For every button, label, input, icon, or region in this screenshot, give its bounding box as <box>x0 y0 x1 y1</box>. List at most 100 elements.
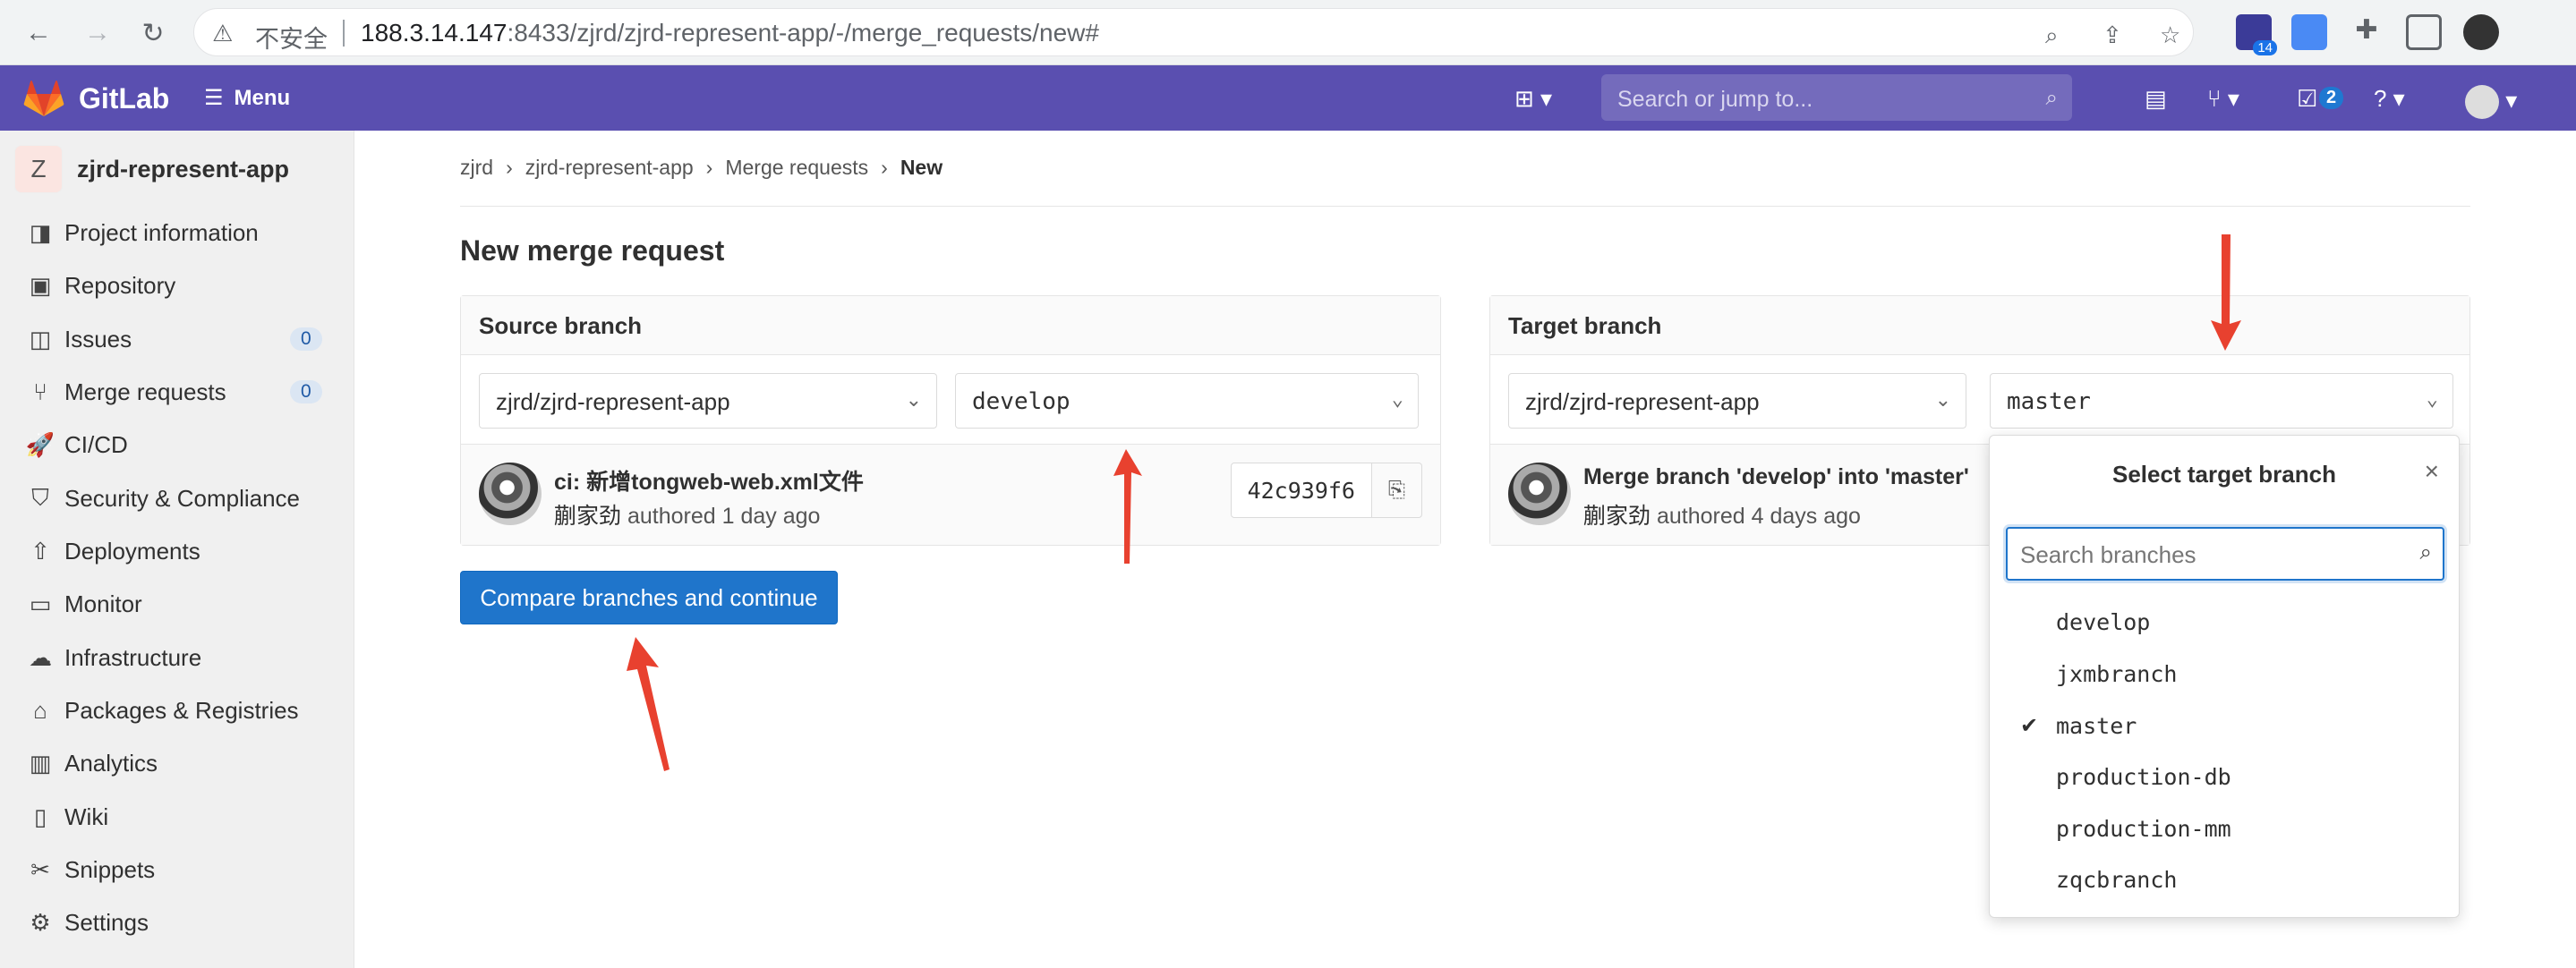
commit-message[interactable]: Merge branch 'develop' into 'master' <box>1583 464 1969 490</box>
gitlab-logo-icon[interactable] <box>23 80 64 117</box>
profile-avatar[interactable] <box>2463 14 2499 50</box>
sidebar-item-settings[interactable]: ⚙ Settings <box>0 897 354 947</box>
sidebar-item-ci-cd[interactable]: 🚀 CI/CD <box>0 420 354 470</box>
bookmark-star-icon[interactable]: ☆ <box>2160 21 2180 49</box>
annotation-arrow <box>627 637 670 771</box>
todo-icon[interactable]: ☑ <box>2297 85 2317 113</box>
gear-icon: ⚙ <box>30 908 51 936</box>
forward-icon[interactable]: → <box>81 16 115 50</box>
project-name: zjrd-represent-app <box>77 155 290 183</box>
menu-button[interactable]: ☰ Menu <box>204 85 290 111</box>
insecure-label: 不安全 <box>255 26 328 53</box>
zoom-icon[interactable]: ⌕ <box>2045 21 2059 50</box>
project-header[interactable]: Z zjrd-represent-app <box>14 145 289 193</box>
branch-option-production-db[interactable]: production-db <box>1990 751 2459 803</box>
scissors-icon: ✂ <box>30 855 50 883</box>
target-project-dropdown[interactable]: zjrd/zjrd-represent-app ⌄ <box>1508 373 1966 429</box>
merge-request-icon: ⑂ <box>33 378 47 405</box>
sidebar-item-snippets[interactable]: ✂ Snippets <box>0 845 354 895</box>
search-input[interactable]: Search or jump to... ⌕ <box>1601 74 2072 121</box>
breadcrumb-item[interactable]: zjrd <box>460 156 493 180</box>
author-name[interactable]: 蒯家劲 <box>1583 504 1651 529</box>
commit-sha[interactable]: 42c939f6 <box>1230 463 1372 518</box>
address-bar[interactable]: ⚠ 不安全 188.3.14.147:8433/zjrd/zjrd-repres… <box>193 8 2194 56</box>
merge-requests-nav-icon[interactable]: ⑂ ▾ <box>2207 85 2239 113</box>
commit-author: 蒯家劲 authored 4 days ago <box>1583 504 1861 529</box>
warning-icon: ⚠ <box>212 20 234 47</box>
issues-icon: ◫ <box>29 325 52 352</box>
check-icon: ✔ <box>2020 714 2039 738</box>
reload-icon[interactable]: ↻ <box>136 16 170 50</box>
divider <box>460 206 2470 207</box>
copy-icon[interactable]: ⎘ <box>1372 463 1422 518</box>
chevron-right-icon: › <box>705 156 713 179</box>
source-project-dropdown[interactable]: zjrd/zjrd-represent-app ⌄ <box>479 373 937 429</box>
sidebar-item-issues[interactable]: ◫ Issues 0 <box>0 314 354 364</box>
author-avatar[interactable] <box>479 463 542 525</box>
chevron-down-icon: ⌄ <box>1391 388 1403 411</box>
cloud-icon: ☁ <box>29 643 52 671</box>
source-branch-dropdown[interactable]: develop ⌄ <box>955 373 1419 429</box>
breadcrumb-item[interactable]: zjrd-represent-app <box>525 156 694 180</box>
book-icon: ▯ <box>33 802 47 830</box>
chevron-right-icon: › <box>506 156 513 179</box>
extension-icon[interactable]: 14 <box>2236 14 2277 55</box>
gitlab-brand[interactable]: GitLab <box>79 82 169 115</box>
monitor-icon: ▭ <box>29 590 52 617</box>
sidebar-item-wiki[interactable]: ▯ Wiki <box>0 792 354 842</box>
breadcrumb-item[interactable]: Merge requests <box>725 156 868 180</box>
project-sidebar: Z zjrd-represent-app ◨ Project informatio… <box>0 131 354 968</box>
source-branch-panel: Source branch zjrd/zjrd-represent-app ⌄ d… <box>460 295 1441 546</box>
sidepanel-icon[interactable] <box>2406 14 2442 50</box>
branch-search-input[interactable]: Search branches ⌕ <box>2006 527 2444 581</box>
sidebar-item-project-information[interactable]: ◨ Project information <box>0 208 354 258</box>
branch-option-develop[interactable]: develop <box>1990 597 2459 649</box>
sidebar-item-merge-requests[interactable]: ⑂ Merge requests 0 <box>0 367 354 417</box>
gitlab-navbar: GitLab ☰ Menu ⊞ ▾ Search or jump to... ⌕ … <box>0 65 2576 131</box>
divider <box>343 20 345 47</box>
help-icon[interactable]: ? ▾ <box>2374 85 2405 113</box>
select-target-branch-menu: Select target branch × Search branches ⌕… <box>1989 435 2460 918</box>
chevron-right-icon: › <box>881 156 888 179</box>
deployments-icon: ⇧ <box>30 537 50 565</box>
new-item-icon[interactable]: ⊞ ▾ <box>1514 85 1552 113</box>
menu-title: Select target branch <box>2112 461 2336 488</box>
sidebar-item-analytics[interactable]: ▥ Analytics <box>0 738 354 788</box>
issues-nav-icon[interactable]: ▤ <box>2145 85 2167 113</box>
sidebar-item-infrastructure[interactable]: ☁ Infrastructure <box>0 633 354 683</box>
issues-count-badge: 0 <box>290 327 322 351</box>
back-icon[interactable]: ← <box>21 16 55 50</box>
target-branch-dropdown[interactable]: master ⌄ <box>1990 373 2453 429</box>
branch-option-zqcbranch[interactable]: zqcbranch <box>1990 854 2459 906</box>
todo-count-badge: 2 <box>2319 87 2344 109</box>
target-branch-header: Target branch <box>1490 296 2469 355</box>
author-avatar[interactable] <box>1508 463 1571 525</box>
chevron-down-icon: ⌄ <box>1934 388 1951 411</box>
compare-branches-button[interactable]: Compare branches and continue <box>460 571 838 624</box>
sidebar-item-security[interactable]: ⛉ Security & Compliance <box>0 473 354 523</box>
sidebar-item-deployments[interactable]: ⇧ Deployments <box>0 526 354 576</box>
author-name[interactable]: 蒯家劲 <box>554 504 621 529</box>
breadcrumb-current[interactable]: New <box>900 156 943 180</box>
commit-message[interactable]: ci: 新增tongweb-web.xml文件 <box>554 464 864 497</box>
sidebar-item-monitor[interactable]: ▭ Monitor <box>0 579 354 629</box>
branch-option-master[interactable]: ✔ master <box>1990 701 2459 752</box>
chevron-down-icon: ⌄ <box>2426 388 2438 411</box>
search-icon: ⌕ <box>2419 540 2432 565</box>
rocket-icon: 🚀 <box>25 430 55 458</box>
repository-icon: ▣ <box>29 271 52 299</box>
user-avatar[interactable]: ▾ <box>2465 85 2517 119</box>
branch-option-jxmbranch[interactable]: jxmbranch <box>1990 649 2459 701</box>
sidebar-item-repository[interactable]: ▣ Repository <box>0 260 354 310</box>
puzzle-icon[interactable]: ✚ <box>2349 14 2384 50</box>
browser-toolbar: ← → ↻ ⚠ 不安全 188.3.14.147:8433/zjrd/zjrd-… <box>0 0 2576 65</box>
source-commit-info: ci: 新增tongweb-web.xml文件 蒯家劲 authored 1 d… <box>461 444 1440 545</box>
translate-extension-icon[interactable] <box>2291 14 2327 50</box>
breadcrumb: zjrd › zjrd-represent-app › Merge requests… <box>460 156 943 180</box>
url-text[interactable]: 188.3.14.147:8433/zjrd/zjrd-represent-ap… <box>361 19 1099 47</box>
close-icon[interactable]: × <box>2425 457 2439 486</box>
share-icon[interactable]: ⇪ <box>2103 21 2122 49</box>
shield-icon: ⛉ <box>31 484 49 511</box>
branch-option-production-mm[interactable]: production-mm <box>1990 803 2459 855</box>
sidebar-item-packages[interactable]: ⌂ Packages & Registries <box>0 685 354 735</box>
